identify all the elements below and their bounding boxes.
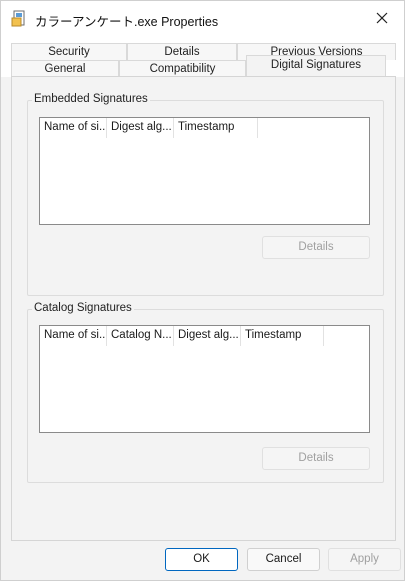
tab-panel-digital-signatures: Embedded Signatures Name of si... Digest…: [11, 76, 396, 541]
properties-dialog: カラーアンケート.exe Properties Security Details…: [0, 0, 405, 581]
list-header: Name of si... Digest alg... Timestamp: [40, 118, 258, 138]
apply-button[interactable]: Apply: [328, 548, 401, 571]
title-bar: カラーアンケート.exe Properties: [1, 1, 404, 37]
ok-button[interactable]: OK: [165, 548, 238, 571]
tab-general[interactable]: General: [11, 60, 119, 77]
tab-compatibility[interactable]: Compatibility: [119, 60, 246, 77]
cancel-button[interactable]: Cancel: [247, 548, 320, 571]
tab-security[interactable]: Security: [11, 43, 127, 60]
catalog-signatures-group: Catalog Signatures Name of si... Catalog…: [27, 302, 384, 483]
column-digest-algorithm[interactable]: Digest alg...: [174, 326, 241, 346]
close-icon: [376, 12, 388, 27]
embedded-signatures-list[interactable]: Name of si... Digest alg... Timestamp: [39, 117, 370, 225]
column-digest-algorithm[interactable]: Digest alg...: [107, 118, 174, 138]
close-button[interactable]: [360, 1, 404, 37]
column-name-of-signer[interactable]: Name of si...: [40, 326, 107, 346]
file-icon: [11, 10, 29, 28]
window-title: カラーアンケート.exe Properties: [35, 15, 219, 29]
column-name-of-signer[interactable]: Name of si...: [40, 118, 107, 138]
column-catalog-name[interactable]: Catalog N...: [107, 326, 174, 346]
embedded-signatures-group: Embedded Signatures Name of si... Digest…: [27, 93, 384, 296]
catalog-signatures-label: Catalog Signatures: [32, 302, 134, 314]
list-header: Name of si... Catalog N... Digest alg...…: [40, 326, 324, 346]
tab-digital-signatures[interactable]: Digital Signatures: [246, 55, 386, 77]
column-timestamp[interactable]: Timestamp: [174, 118, 258, 138]
column-timestamp[interactable]: Timestamp: [241, 326, 324, 346]
embedded-signatures-label: Embedded Signatures: [32, 93, 150, 105]
catalog-details-button[interactable]: Details: [262, 447, 370, 470]
embedded-details-button[interactable]: Details: [262, 236, 370, 259]
catalog-signatures-list[interactable]: Name of si... Catalog N... Digest alg...…: [39, 325, 370, 433]
tab-details[interactable]: Details: [127, 43, 237, 60]
tab-strip: Security Details Previous Versions Gener…: [1, 37, 404, 77]
